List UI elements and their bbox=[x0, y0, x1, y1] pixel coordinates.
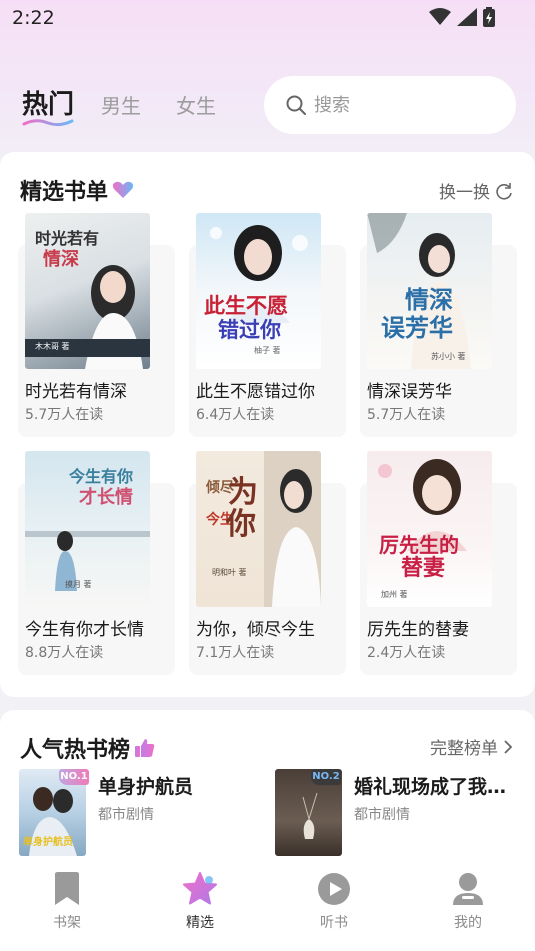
status-bar: 2:22 bbox=[0, 0, 535, 36]
thumbs-up-icon bbox=[135, 739, 155, 757]
full-list-label: 完整榜单 bbox=[430, 739, 498, 759]
rank-title: 单身护航员 bbox=[98, 776, 194, 798]
book-title: 情深误芳华 bbox=[367, 382, 452, 402]
battery-icon bbox=[483, 7, 495, 27]
cover-author: 摸月 著 bbox=[65, 580, 92, 589]
book-readers: 5.7万人在读 bbox=[25, 407, 104, 423]
play-icon bbox=[318, 873, 350, 905]
refresh-icon bbox=[496, 182, 512, 200]
book-card[interactable]: 倾尽 为 今生 你 明和叶 著 为你，倾尽今生 7.1万人在读 bbox=[189, 451, 346, 675]
rank-cover-text: 单身护航员 bbox=[23, 837, 73, 848]
status-icons bbox=[429, 7, 495, 27]
book-card[interactable]: 此生不愿 错过你 柚子 著 此生不愿错过你 6.4万人在读 bbox=[189, 213, 346, 437]
chevron-right-icon bbox=[504, 739, 513, 754]
book-cover: 时光若有 情深 木木哥 著 bbox=[25, 213, 150, 369]
book-cover: 此生不愿 错过你 柚子 著 bbox=[196, 213, 321, 369]
book-title: 时光若有情深 bbox=[25, 382, 127, 402]
ranking-item[interactable]: 单身护航员 NO.1 单身护航员 都市剧情 bbox=[19, 769, 269, 859]
book-readers: 5.7万人在读 bbox=[367, 407, 446, 423]
featured-section: 精选书单 换一换 时光若有 情深 木木哥 著 时光若有情深 5.7万人在读 此生… bbox=[0, 152, 535, 697]
book-cover: 厉先生的 替妻 加州 著 bbox=[367, 451, 492, 607]
nav-featured[interactable]: 精选 bbox=[155, 872, 245, 932]
nav-label: 听书 bbox=[320, 915, 348, 931]
hot-title: 人气热书榜 bbox=[20, 738, 131, 763]
nav-label: 书架 bbox=[53, 915, 81, 931]
hot-title-row: 人气热书榜 bbox=[20, 732, 156, 764]
tab-active-indicator bbox=[22, 119, 74, 127]
search-input[interactable] bbox=[314, 94, 494, 116]
ranking-item[interactable]: NO.2 婚礼现场成了我… 都市剧情 bbox=[275, 769, 525, 859]
book-title: 今生有你才长情 bbox=[25, 620, 144, 640]
nav-bookshelf[interactable]: 书架 bbox=[22, 872, 112, 932]
heart-icon bbox=[112, 181, 134, 198]
book-title: 为你，倾尽今生 bbox=[196, 620, 315, 640]
cover-author: 木木哥 著 bbox=[35, 342, 70, 351]
nav-label: 我的 bbox=[454, 915, 482, 931]
refresh-button[interactable]: 换一换 bbox=[439, 178, 513, 203]
featured-title-row: 精选书单 bbox=[20, 174, 134, 206]
signal-icon bbox=[457, 8, 477, 26]
book-readers: 2.4万人在读 bbox=[367, 645, 446, 661]
book-cover: 倾尽 为 今生 你 明和叶 著 bbox=[196, 451, 321, 607]
rank-genre: 都市剧情 bbox=[98, 807, 154, 823]
cover-author: 柚子 著 bbox=[254, 346, 281, 355]
book-readers: 8.8万人在读 bbox=[25, 645, 104, 661]
cover-author: 加州 著 bbox=[381, 590, 408, 599]
nav-label: 精选 bbox=[186, 915, 214, 931]
full-list-button[interactable]: 完整榜单 bbox=[430, 734, 513, 759]
wifi-icon bbox=[429, 8, 451, 25]
book-readers: 6.4万人在读 bbox=[196, 407, 275, 423]
search-icon bbox=[286, 95, 306, 115]
user-icon bbox=[453, 873, 483, 905]
tab-male[interactable]: 男生 bbox=[101, 90, 141, 119]
book-cover: 今生有你 才长情 摸月 著 bbox=[25, 451, 150, 607]
search-bar[interactable] bbox=[264, 76, 516, 134]
cover-author: 苏小小 著 bbox=[431, 352, 466, 361]
book-card[interactable]: 情深 误芳华 苏小小 著 情深误芳华 5.7万人在读 bbox=[360, 213, 517, 437]
nav-profile[interactable]: 我的 bbox=[423, 872, 513, 932]
book-card[interactable]: 时光若有 情深 木木哥 著 时光若有情深 5.7万人在读 bbox=[18, 213, 175, 437]
featured-title: 精选书单 bbox=[20, 180, 109, 205]
rank-genre: 都市剧情 bbox=[354, 807, 410, 823]
rank-title: 婚礼现场成了我… bbox=[354, 776, 507, 798]
cover-author: 明和叶 著 bbox=[212, 568, 247, 577]
book-title: 此生不愿错过你 bbox=[196, 382, 315, 402]
status-time: 2:22 bbox=[12, 7, 55, 29]
nav-audiobook[interactable]: 听书 bbox=[289, 872, 379, 932]
book-cover: 情深 误芳华 苏小小 著 bbox=[367, 213, 492, 369]
rank-badge: NO.1 bbox=[59, 769, 89, 785]
book-title: 厉先生的替妻 bbox=[367, 620, 469, 640]
tab-female[interactable]: 女生 bbox=[176, 90, 216, 119]
book-readers: 7.1万人在读 bbox=[196, 645, 275, 661]
book-card[interactable]: 今生有你 才长情 摸月 著 今生有你才长情 8.8万人在读 bbox=[18, 451, 175, 675]
refresh-label: 换一换 bbox=[439, 183, 490, 203]
star-icon bbox=[183, 872, 217, 905]
bookmark-icon bbox=[55, 872, 79, 905]
bottom-nav: 书架 精选 听书 我的 bbox=[0, 860, 535, 951]
rank-badge: NO.2 bbox=[311, 769, 341, 785]
book-card[interactable]: 厉先生的 替妻 加州 著 厉先生的替妻 2.4万人在读 bbox=[360, 451, 517, 675]
